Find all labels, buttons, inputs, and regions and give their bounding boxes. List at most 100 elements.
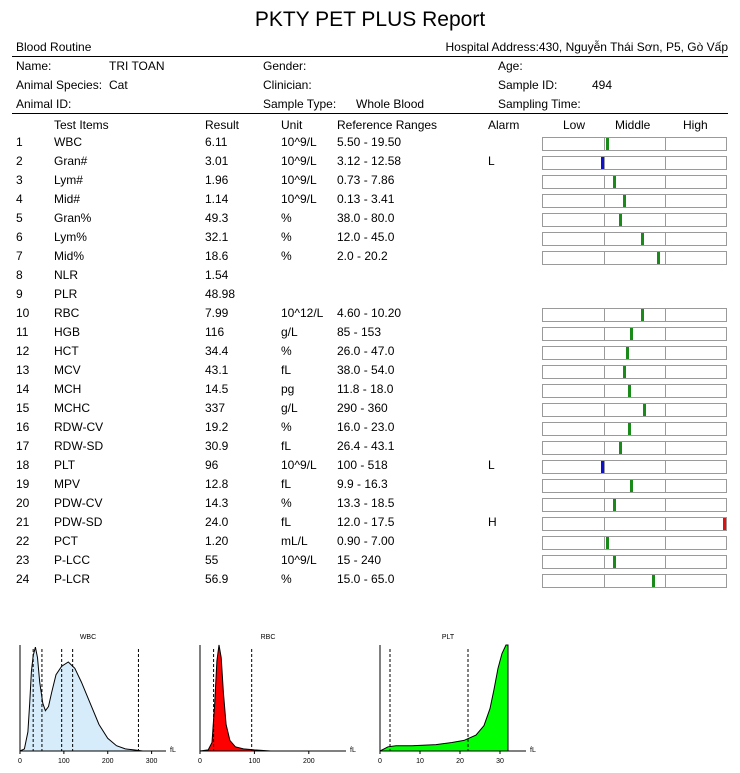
cell-item: Lym% bbox=[54, 230, 87, 244]
cell-result: 56.9 bbox=[205, 572, 229, 586]
x-tick-label: 200 bbox=[303, 758, 315, 765]
cell-no: 23 bbox=[16, 553, 30, 567]
cell-result: 48.98 bbox=[205, 287, 236, 301]
cell-item: MCHC bbox=[54, 401, 90, 415]
range-marker bbox=[618, 442, 622, 454]
range-marker bbox=[622, 195, 626, 207]
cell-ref: 290 - 360 bbox=[337, 401, 388, 415]
cell-unit: fL bbox=[281, 363, 292, 377]
cell-unit: 10^9/L bbox=[281, 135, 317, 149]
x-tick-label: 200 bbox=[102, 758, 114, 765]
range-divider bbox=[604, 233, 605, 245]
range-marker bbox=[640, 233, 644, 245]
cell-item: Gran# bbox=[54, 154, 88, 168]
range-bar bbox=[542, 479, 727, 493]
cell-ref: 100 - 518 bbox=[337, 458, 388, 472]
range-bar bbox=[542, 251, 727, 265]
col-low: Low bbox=[563, 118, 586, 132]
range-marker bbox=[629, 328, 633, 340]
range-marker bbox=[613, 499, 617, 511]
cell-unit: pg bbox=[281, 382, 295, 396]
cell-result: 24.0 bbox=[205, 515, 229, 529]
cell-no: 22 bbox=[16, 534, 30, 548]
range-marker bbox=[628, 423, 631, 435]
range-bar bbox=[542, 232, 727, 246]
range-divider bbox=[604, 157, 605, 169]
cell-ref: 26.0 - 47.0 bbox=[337, 344, 395, 358]
range-divider bbox=[665, 347, 666, 359]
histogram-plt: PLT 0 10 20 30 fL bbox=[378, 634, 536, 765]
cell-unit: % bbox=[281, 230, 292, 244]
cell-no: 14 bbox=[16, 382, 30, 396]
range-divider bbox=[604, 252, 605, 264]
cell-ref: 12.0 - 17.5 bbox=[337, 515, 395, 529]
cell-result: 96 bbox=[205, 458, 219, 472]
histogram-wbc: WBC 0 100 200 300 fL bbox=[18, 634, 176, 765]
cell-result: 30.9 bbox=[205, 439, 229, 453]
species-label: Animal Species: bbox=[16, 78, 103, 92]
table-row: 23 P-LCC 55 10^9/L 15 - 240 bbox=[0, 553, 740, 572]
cell-ref: 85 - 153 bbox=[337, 325, 382, 339]
table-row: 13 MCV 43.1 fL 38.0 - 54.0 bbox=[0, 363, 740, 382]
cell-result: 1.14 bbox=[205, 192, 229, 206]
x-tick-label: 300 bbox=[146, 758, 158, 765]
table-row: 3 Lym# 1.96 10^9/L 0.73 - 7.86 bbox=[0, 173, 740, 192]
cell-unit: 10^9/L bbox=[281, 192, 317, 206]
range-marker bbox=[642, 404, 646, 416]
x-tick-label: 20 bbox=[456, 758, 464, 765]
cell-no: 21 bbox=[16, 515, 30, 529]
cell-unit: 10^12/L bbox=[281, 306, 324, 320]
cell-ref: 12.0 - 45.0 bbox=[337, 230, 395, 244]
hospital-address: Hospital Address:430, Nguyễn Thái Sơn, P… bbox=[445, 40, 728, 54]
table-row: 12 HCT 34.4% 26.0 - 47.0 bbox=[0, 344, 740, 363]
cell-item: HGB bbox=[54, 325, 81, 339]
table-row: 4 Mid# 1.14 10^9/L 0.13 - 3.41 bbox=[0, 192, 740, 211]
cell-result: 55 bbox=[205, 553, 219, 567]
cell-unit: mL/L bbox=[281, 534, 308, 548]
range-divider bbox=[665, 518, 666, 530]
sample-id-value: 494 bbox=[592, 78, 613, 92]
cell-unit: % bbox=[281, 344, 292, 358]
cell-no: 7 bbox=[16, 249, 23, 263]
histogram-curve bbox=[19, 646, 143, 752]
range-divider bbox=[665, 309, 666, 321]
range-bar bbox=[542, 555, 727, 569]
table-row: 5 Gran% 49.3% 38.0 - 80.0 bbox=[0, 211, 740, 230]
table-row: 17 RDW-SD 30.9 fL 26.4 - 43.1 bbox=[0, 439, 740, 458]
cell-item: P-LCC bbox=[54, 553, 91, 567]
name-value: TRI TOAN bbox=[109, 59, 165, 73]
x-unit-label: fL bbox=[350, 747, 356, 754]
info-divider bbox=[12, 113, 728, 114]
range-divider bbox=[665, 537, 666, 549]
cell-result: 1.20 bbox=[205, 534, 229, 548]
cell-no: 9 bbox=[16, 287, 23, 301]
cell-item: PLR bbox=[54, 287, 78, 301]
range-divider bbox=[665, 461, 666, 473]
col-unit: Unit bbox=[281, 118, 303, 132]
range-divider bbox=[665, 442, 666, 454]
range-divider bbox=[665, 214, 666, 226]
cell-item: RBC bbox=[54, 306, 80, 320]
cell-no: 17 bbox=[16, 439, 30, 453]
cell-no: 24 bbox=[16, 572, 30, 586]
range-divider bbox=[665, 556, 666, 568]
cell-no: 20 bbox=[16, 496, 30, 510]
range-divider bbox=[604, 480, 605, 492]
cell-unit: fL bbox=[281, 439, 292, 453]
table-row: 16 RDW-CV 19.2% 16.0 - 23.0 bbox=[0, 420, 740, 439]
cell-no: 6 bbox=[16, 230, 23, 244]
cell-unit: fL bbox=[281, 515, 292, 529]
histogram-curve bbox=[199, 644, 271, 752]
range-divider bbox=[665, 195, 666, 207]
cell-unit: g/L bbox=[281, 401, 298, 415]
range-divider bbox=[665, 138, 666, 150]
cell-item: RDW-SD bbox=[54, 439, 104, 453]
cell-no: 2 bbox=[16, 154, 23, 168]
x-tick-label: 0 bbox=[18, 758, 22, 765]
cell-alarm: L bbox=[488, 458, 495, 472]
species-value: Cat bbox=[109, 78, 128, 92]
range-divider bbox=[665, 385, 666, 397]
cell-no: 10 bbox=[16, 306, 30, 320]
header-divider bbox=[12, 56, 728, 57]
cell-item: MCH bbox=[54, 382, 82, 396]
